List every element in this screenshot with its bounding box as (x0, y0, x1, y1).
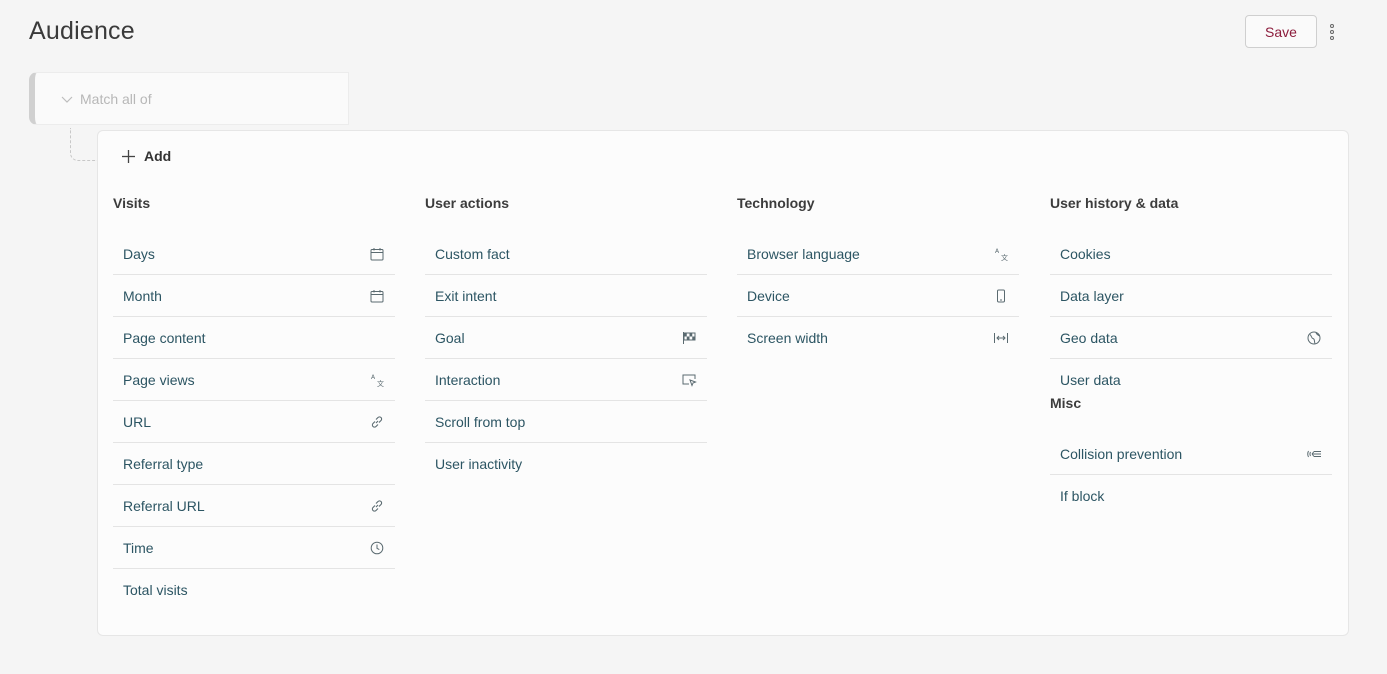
add-label: Add (144, 148, 172, 164)
save-button[interactable]: Save (1245, 15, 1317, 48)
list-item[interactable]: Goal (425, 317, 707, 359)
dot-icon (1330, 36, 1334, 40)
item-label: Referral URL (123, 497, 205, 514)
list-item[interactable]: Browser language A 文 (737, 233, 1019, 275)
list-item[interactable]: Screen width (737, 317, 1019, 359)
width-icon (993, 330, 1009, 346)
category-title: User actions (425, 195, 510, 211)
item-label: User data (1060, 372, 1121, 388)
item-label: Screen width (747, 330, 828, 346)
list-item[interactable]: Geo data (1050, 317, 1332, 359)
svg-text:文: 文 (1001, 253, 1008, 262)
link-icon (369, 414, 385, 430)
list-item[interactable]: Days (113, 233, 395, 275)
category-column: User actions Custom fact Exit intent Goal In… (425, 195, 707, 485)
item-label: Cookies (1060, 245, 1111, 262)
list-item[interactable]: Device (737, 275, 1019, 317)
add-condition-panel: Add Visits Days Month Page content Page view… (97, 130, 1349, 636)
item-label: Page views (123, 371, 195, 388)
category-list: Days Month Page content Page views A 文 URL Refe… (113, 233, 395, 611)
add-button[interactable]: Add (121, 148, 171, 164)
page-title: Audience (29, 17, 135, 45)
list-item[interactable]: Cookies (1050, 233, 1332, 275)
item-label: Geo data (1060, 329, 1118, 346)
category-title: Visits (113, 195, 151, 211)
calendar-icon (369, 288, 385, 304)
item-label: Device (747, 287, 790, 304)
match-label: Match all of (80, 90, 152, 107)
list-item[interactable]: Exit intent (425, 275, 707, 317)
list-item[interactable]: Page views A 文 (113, 359, 395, 401)
dot-icon (1330, 24, 1334, 28)
list-item[interactable]: Time (113, 527, 395, 569)
list-item[interactable]: Data layer (1050, 275, 1332, 317)
collision-icon (1306, 446, 1322, 462)
list-item[interactable]: Total visits (113, 569, 395, 611)
translate-icon: A文 (993, 246, 1009, 262)
category-title: Misc (1050, 395, 1082, 411)
calendar-icon (369, 246, 385, 262)
item-label: Page content (123, 329, 206, 346)
item-label: Goal (435, 329, 465, 346)
plus-icon (122, 149, 135, 163)
match-condition-box[interactable]: Match all of (29, 72, 349, 125)
list-item[interactable]: Interaction (425, 359, 707, 401)
globe-icon (1306, 330, 1322, 346)
item-label: Scroll from top (435, 413, 526, 430)
tree-connector (70, 128, 98, 161)
item-label: User inactivity (435, 456, 523, 472)
item-label: Days (123, 245, 155, 262)
item-label: URL (123, 413, 152, 430)
list-item[interactable]: URL (113, 401, 395, 443)
item-label: Total visits (123, 582, 188, 598)
list-item[interactable]: Referral type (113, 443, 395, 485)
item-label: Interaction (435, 371, 501, 388)
item-label: Browser language (747, 245, 860, 262)
item-label: Collision prevention (1060, 445, 1183, 462)
category-column: Visits Days Month Page content Page views A 文 U… (113, 195, 395, 611)
category-list: Custom fact Exit intent Goal Interaction Scr… (425, 233, 707, 485)
svg-text:文: 文 (377, 379, 384, 388)
item-label: Custom fact (435, 245, 510, 262)
category-list: Collision prevention If block (1050, 433, 1332, 517)
item-label: Time (123, 539, 154, 556)
list-item[interactable]: Page content (113, 317, 395, 359)
chevron-down-icon (61, 96, 73, 103)
category-list: Browser language A 文 Device Screen width (737, 233, 1019, 359)
svg-text:A: A (995, 248, 1000, 255)
svg-text:A: A (371, 374, 376, 381)
cursor-window-icon (681, 372, 697, 388)
category-title: User history & data (1050, 195, 1179, 211)
category-title: Technology (737, 195, 815, 211)
item-label: Exit intent (435, 287, 497, 304)
category-column: Technology Browser language A 文 Device Screen… (737, 195, 1019, 359)
clock-icon (369, 540, 385, 556)
dot-icon (1330, 30, 1334, 34)
translate-icon: A文 (369, 372, 385, 388)
list-item[interactable]: If block (1050, 475, 1332, 517)
link-icon (369, 498, 385, 514)
category-list: Cookies Data layer Geo data User data (1050, 233, 1332, 401)
list-item[interactable]: Referral URL (113, 485, 395, 527)
category-column: User history & data Cookies Data layer Geo … (1050, 195, 1332, 517)
list-item[interactable]: User inactivity (425, 443, 707, 485)
list-item[interactable]: Custom fact (425, 233, 707, 275)
item-label: Data layer (1060, 287, 1124, 304)
list-item[interactable]: Collision prevention (1050, 433, 1332, 475)
flag-icon (681, 330, 697, 346)
list-item[interactable]: Month (113, 275, 395, 317)
phone-icon (993, 288, 1009, 304)
item-label: Month (123, 287, 162, 304)
list-item[interactable]: Scroll from top (425, 401, 707, 443)
more-options-button[interactable] (1325, 20, 1339, 44)
item-label: If block (1060, 488, 1105, 504)
item-label: Referral type (123, 455, 204, 472)
